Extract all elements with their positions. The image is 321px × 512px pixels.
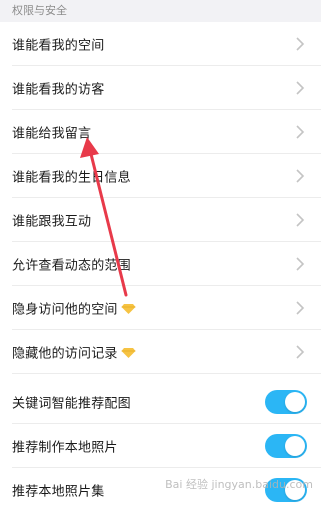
chevron-right-icon [296, 213, 305, 227]
section-title: 权限与安全 [12, 4, 67, 17]
row-label: 谁能看我的空间 [12, 38, 105, 54]
row-label: 谁能看我的访客 [12, 82, 105, 98]
row-label: 隐身访问他的空间 [12, 299, 136, 318]
chevron-right-icon [296, 37, 305, 51]
row-label: 推荐本地照片集 [12, 484, 105, 500]
settings-row-who-can-interact[interactable]: 谁能跟我互动 [0, 198, 321, 242]
settings-row-keyword-smart-images: 关键词智能推荐配图 [0, 380, 321, 424]
row-label-text: 隐藏他的访问记录 [12, 346, 118, 362]
chevron-right-icon [296, 301, 305, 315]
chevron-right-icon [296, 257, 305, 271]
section-header: 权限与安全 [0, 0, 321, 22]
vip-diamond-icon [121, 304, 136, 314]
row-label: 谁能看我的生日信息 [12, 170, 131, 186]
row-label: 谁能跟我互动 [12, 214, 92, 230]
settings-row-who-can-leave-message[interactable]: 谁能给我留言 [0, 110, 321, 154]
row-label-text: 隐身访问他的空间 [12, 302, 118, 318]
chevron-right-icon [296, 81, 305, 95]
chevron-right-icon [296, 125, 305, 139]
row-label: 关键词智能推荐配图 [12, 396, 131, 412]
keyword-images-toggle[interactable] [265, 390, 307, 414]
row-label: 推荐制作本地照片 [12, 440, 118, 456]
row-label: 谁能给我留言 [12, 126, 92, 142]
divider [12, 373, 321, 374]
row-label: 允许查看动态的范围 [12, 258, 131, 274]
row-label: 隐藏他的访问记录 [12, 343, 136, 362]
settings-row-who-can-view-visitors[interactable]: 谁能看我的访客 [0, 66, 321, 110]
settings-row-who-can-view-birthday[interactable]: 谁能看我的生日信息 [0, 154, 321, 198]
settings-row-who-can-view-space[interactable]: 谁能看我的空间 [0, 22, 321, 66]
watermark: Bai 经验 jingyan.baidu.com [165, 478, 313, 491]
vip-diamond-icon [121, 348, 136, 358]
settings-row-feed-visibility-range[interactable]: 允许查看动态的范围 [0, 242, 321, 286]
chevron-right-icon [296, 345, 305, 359]
settings-row-recommend-local-photos: 推荐制作本地照片 [0, 424, 321, 468]
toggle-knob [285, 392, 305, 412]
toggle-knob [285, 436, 305, 456]
chevron-right-icon [296, 169, 305, 183]
settings-row-hide-visit-record[interactable]: 隐藏他的访问记录 [0, 330, 321, 374]
local-photos-toggle[interactable] [265, 434, 307, 458]
settings-row-invisible-visit[interactable]: 隐身访问他的空间 [0, 286, 321, 330]
